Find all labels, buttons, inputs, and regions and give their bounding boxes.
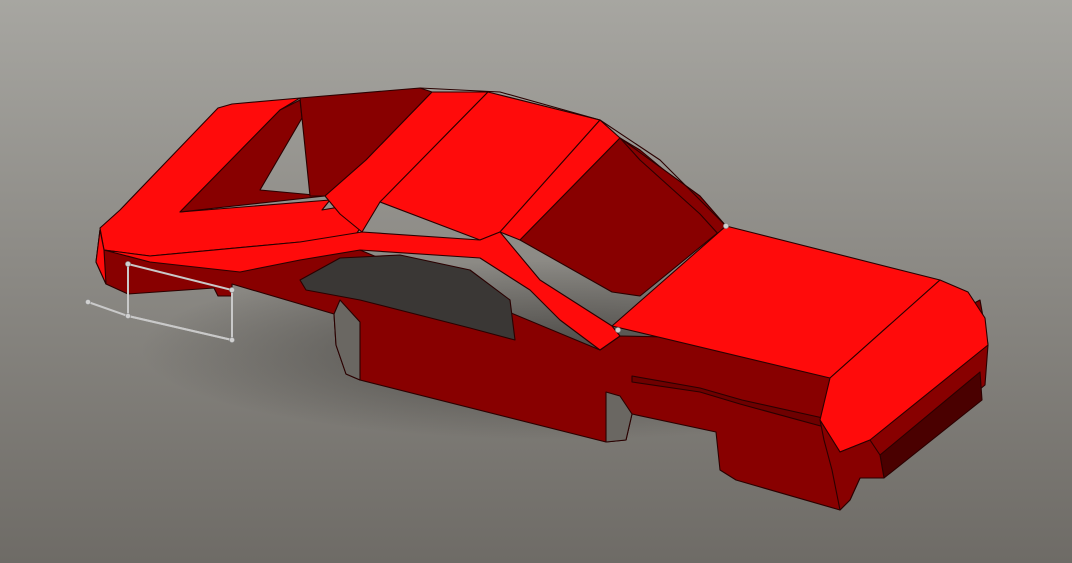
sketch-point[interactable] xyxy=(229,287,235,293)
sketch-point[interactable] xyxy=(125,313,131,319)
sketch-point[interactable] xyxy=(125,261,131,267)
sketch-point[interactable] xyxy=(615,327,621,333)
cad-viewport[interactable] xyxy=(0,0,1072,563)
car-body-model[interactable] xyxy=(0,0,1072,563)
sketch-point[interactable] xyxy=(85,299,91,305)
sketch-point[interactable] xyxy=(723,223,729,229)
sketch-point[interactable] xyxy=(229,337,235,343)
